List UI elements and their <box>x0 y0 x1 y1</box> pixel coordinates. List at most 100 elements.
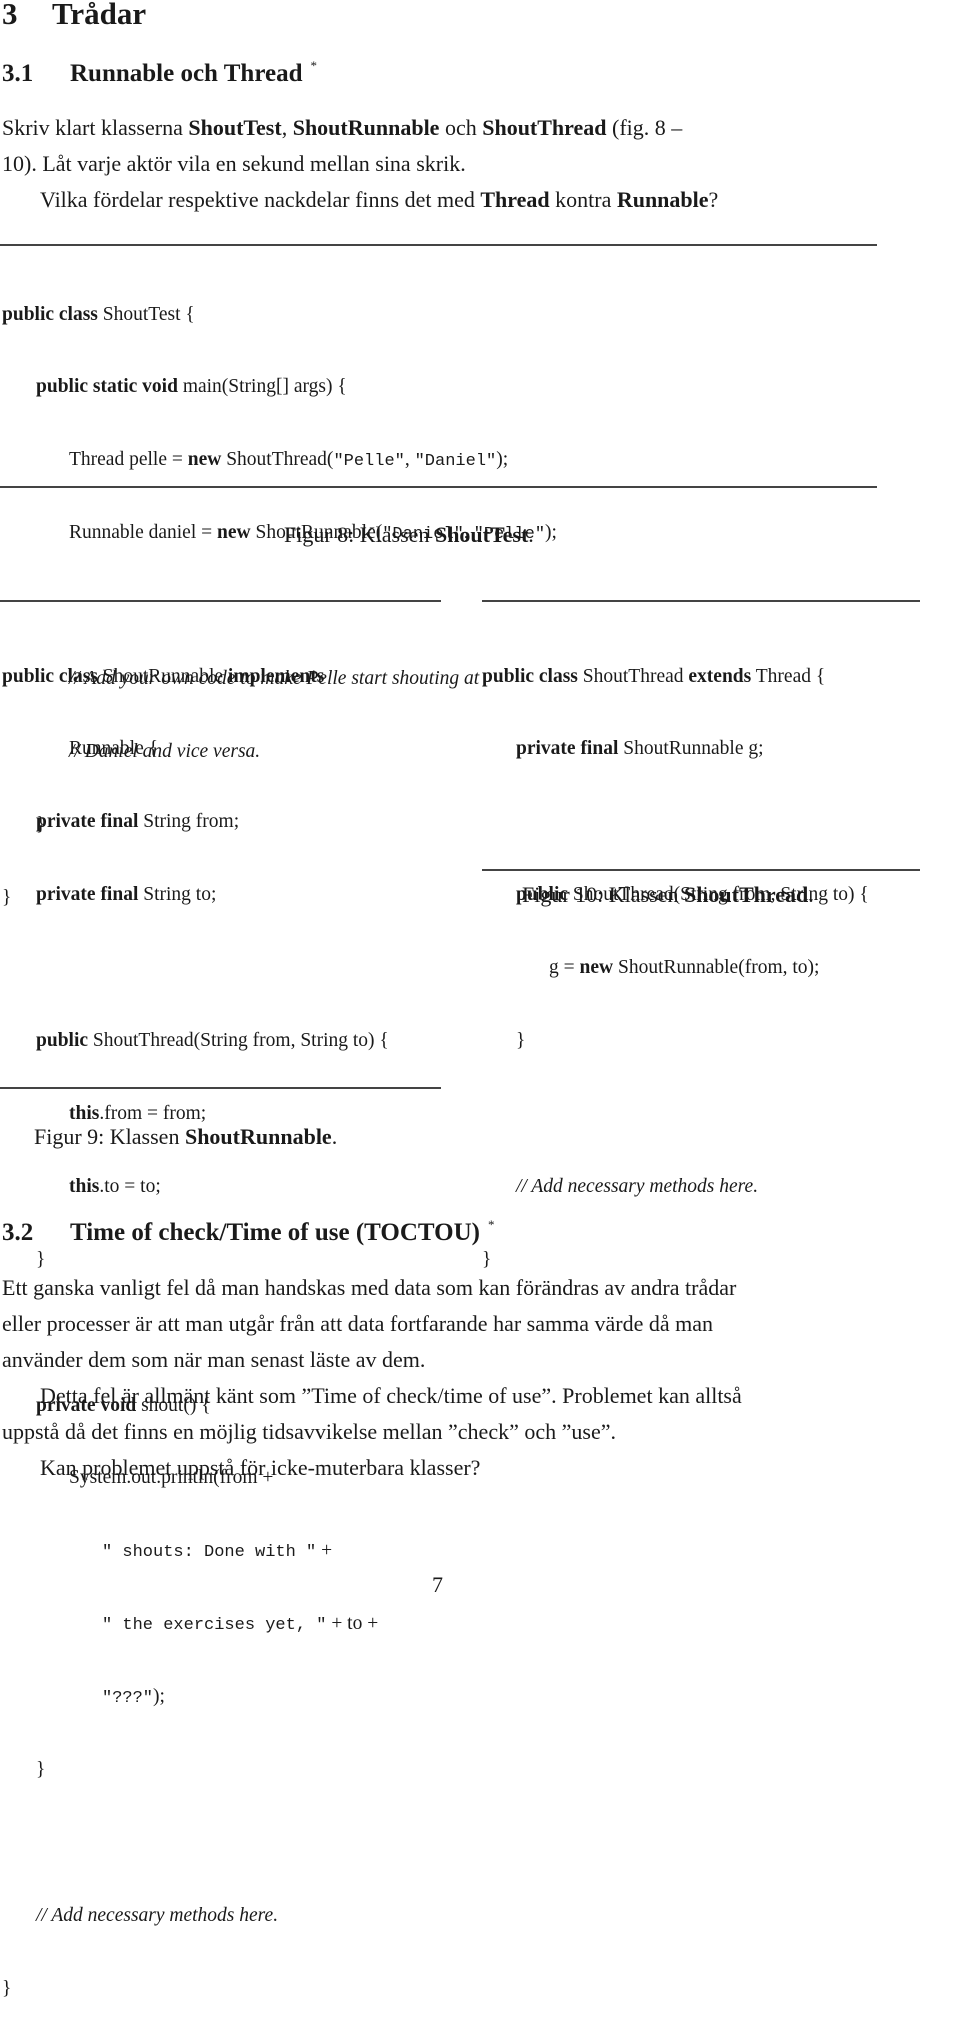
code-string: " the exercises yet, " <box>102 1616 327 1636</box>
code-comment: // Add necessary methods here. <box>36 1904 279 1926</box>
text-fragment: Thread pelle = <box>69 449 188 471</box>
text-fragment: och <box>439 115 483 140</box>
paragraph-line: använder dem som när man senast läste av… <box>2 1347 426 1372</box>
code-keyword: public class <box>2 303 98 325</box>
text-fragment: ShoutRunnable(from, to); <box>613 957 820 979</box>
code-keyword: extends <box>688 665 752 687</box>
code-line: public class ShoutTest { <box>2 303 557 327</box>
text-fragment: Figur 9: Klassen <box>34 1124 185 1149</box>
text-fragment: + <box>316 1540 333 1562</box>
text-fragment: . <box>528 522 534 547</box>
text-fragment: ShoutThread <box>577 665 689 687</box>
code-line: public ShoutThread(String from, String t… <box>2 1029 389 1053</box>
text-fragment: Thread <box>480 187 550 212</box>
figure-8-top-rule <box>0 244 877 246</box>
text-fragment: ShoutThread( <box>221 449 334 471</box>
intro-line-2: 10). Låt varje aktör vila en sekund mell… <box>2 151 466 176</box>
section-heading: 3 Trådar <box>2 0 146 32</box>
text-fragment: Figur 8: Klassen <box>284 522 435 547</box>
code-line: public class ShoutRunnable implements <box>2 665 389 689</box>
text-fragment: (fig. 8 – <box>606 115 683 140</box>
code-keyword: new <box>187 449 222 471</box>
text-fragment: kontra <box>549 187 617 212</box>
code-line: private final String from; <box>2 810 389 834</box>
figure-10-code: public class ShoutThread extends Thread … <box>482 616 869 1296</box>
text-fragment: ShoutRunnable <box>184 1124 332 1149</box>
text-fragment: Runnable <box>616 187 709 212</box>
code-string: "???" <box>102 1689 154 1709</box>
text-fragment: + to + <box>326 1613 379 1635</box>
figure-10-caption: Figur 10: Klassen ShoutThread. <box>522 882 814 908</box>
text-fragment: , <box>281 115 293 140</box>
figure-9-caption: Figur 9: Klassen ShoutRunnable. <box>34 1124 337 1150</box>
subsection-heading-3-1: 3.1 Runnable och Thread * <box>2 58 317 88</box>
text-fragment: ShoutThread(String from, String to) { <box>88 1030 389 1052</box>
text-fragment: Runnable daniel = <box>69 522 218 544</box>
intro-paragraph: Skriv klart klasserna ShoutTest, ShoutRu… <box>2 110 718 218</box>
section-title: Trådar <box>52 0 147 31</box>
text-fragment: main(String[] args) { <box>177 376 347 398</box>
section-number: 3 <box>2 0 18 31</box>
text-fragment: ShoutTest { <box>97 303 195 325</box>
text-fragment: ? <box>708 187 719 212</box>
text-fragment: String from; <box>138 811 240 833</box>
code-line: Thread pelle = new ShoutThread("Pelle", … <box>2 448 557 472</box>
code-string: "Daniel" <box>414 452 497 472</box>
text-fragment: ShoutRunnable g; <box>618 738 764 760</box>
code-keyword: public class <box>482 665 578 687</box>
code-keyword: new <box>579 957 614 979</box>
text-fragment: ShoutThread <box>683 882 809 907</box>
code-line: " the exercises yet, " + to + <box>2 1612 389 1636</box>
code-keyword: new <box>217 522 251 544</box>
text-fragment: String to; <box>138 884 217 906</box>
code-line: } <box>36 1248 46 1270</box>
code-comment: // Add necessary methods here. <box>516 1175 759 1197</box>
question-line: Vilka fördelar respektive nackdelar finn… <box>2 182 718 218</box>
code-keyword: this <box>69 1102 100 1124</box>
code-line: public class ShoutThread extends Thread … <box>482 665 869 689</box>
class-name-shouttest: ShoutTest <box>188 115 282 140</box>
code-line: this.to = to; <box>2 1175 389 1199</box>
code-line: Runnable { <box>69 738 158 760</box>
subsection-number: 3.2 <box>2 1219 34 1246</box>
text-fragment: ShoutRunnable <box>97 665 228 687</box>
subsection-heading-3-2: 3.2 Time of check/Time of use (TOCTOU) * <box>2 1217 494 1247</box>
code-keyword: private final <box>36 811 139 833</box>
text-fragment: . <box>808 882 814 907</box>
text-fragment: g = <box>549 957 580 979</box>
figure-8-bottom-rule <box>0 486 877 488</box>
text-fragment: ShoutTest <box>434 522 529 547</box>
code-line: } <box>516 1030 526 1052</box>
code-keyword: public class <box>2 665 98 687</box>
paragraph-line: uppstå då det finns en möjlig tidsavvike… <box>2 1419 616 1444</box>
figure-9-top-rule <box>0 600 441 602</box>
code-line: public static void main(String[] args) { <box>2 375 557 399</box>
code-keyword: public static void <box>36 376 178 398</box>
subsection-number: 3.1 <box>2 60 34 87</box>
code-line: private final ShoutRunnable g; <box>482 737 869 761</box>
code-keyword: this <box>69 1175 100 1197</box>
class-name-shoutthread: ShoutThread <box>482 115 607 140</box>
paragraph-line: eller processer är att man utgår från at… <box>2 1311 713 1336</box>
text-fragment: Figur 10: Klassen <box>522 882 684 907</box>
intro-line-1: Skriv klart klasserna ShoutTest, ShoutRu… <box>2 110 718 146</box>
code-string: "Pelle" <box>333 452 405 472</box>
figure-9-bottom-rule <box>0 1087 441 1089</box>
text-fragment: ); <box>545 522 557 544</box>
paragraph-line: Ett ganska vanligt fel då man handskas m… <box>2 1275 737 1300</box>
code-line: " shouts: Done with " + <box>2 1539 389 1563</box>
text-fragment: Thread { <box>751 665 826 687</box>
question-line: Kan problemet uppstå för icke-muterbara … <box>40 1455 481 1480</box>
text-fragment: . <box>331 1124 338 1149</box>
text-fragment: Vilka fördelar respektive nackdelar finn… <box>40 187 481 212</box>
text-fragment: .from = from; <box>99 1102 207 1124</box>
toctou-paragraph: Ett ganska vanligt fel då man handskas m… <box>2 1270 742 1486</box>
figure-10-bottom-rule <box>482 869 920 871</box>
code-keyword: private final <box>516 738 619 760</box>
page-number: 7 <box>432 1572 443 1597</box>
code-keyword: implements <box>227 665 325 687</box>
